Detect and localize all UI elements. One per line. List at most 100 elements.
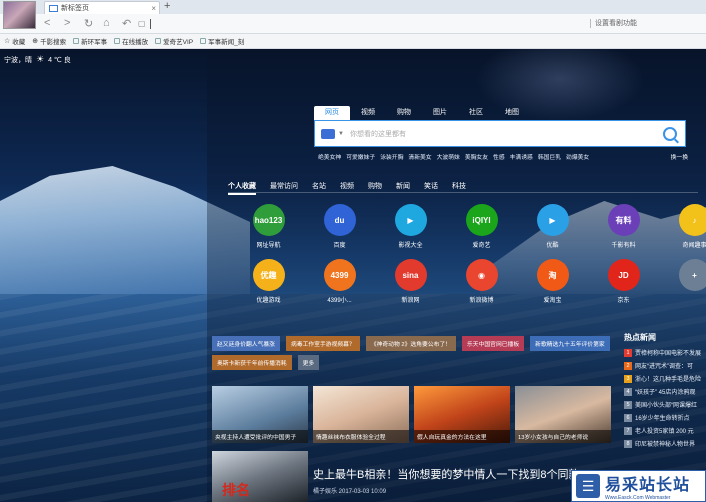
refresh-hot-words-button[interactable]: 换一换 bbox=[671, 152, 688, 161]
news-card[interactable]: 13岁小女孩与自己的老师说 bbox=[515, 386, 611, 443]
page-icon bbox=[114, 38, 121, 44]
hot-word[interactable]: 绝美女神 bbox=[318, 152, 341, 161]
refresh-button[interactable]: ↻ bbox=[84, 17, 93, 30]
weather-widget[interactable]: 宁波，晴 ☀ 4 ℃ 良 bbox=[4, 54, 71, 65]
headline-tag[interactable]: 奥斯卡新获千年前传播消耗 bbox=[212, 355, 292, 370]
search-tab-images[interactable]: 图片 bbox=[422, 106, 458, 120]
search-tab-community[interactable]: 社区 bbox=[458, 106, 494, 120]
hot-word[interactable]: 劲爆美女 bbox=[566, 152, 589, 161]
shortcut-icon: 淘 bbox=[536, 259, 569, 291]
back-button[interactable]: < bbox=[44, 17, 50, 29]
watermark-sub: Www.Easck.Com Webmaster bbox=[605, 495, 671, 501]
divider bbox=[228, 192, 698, 193]
hot-news-item[interactable]: 7 老人投资5家镇 200 元 bbox=[624, 424, 706, 437]
hot-news-item[interactable]: 6 16岁少年生命转折点 bbox=[624, 411, 706, 424]
headline-tag[interactable]: 乐天中国官网已播板 bbox=[461, 336, 525, 351]
search-icon: ⊕ bbox=[32, 38, 39, 45]
hot-word[interactable]: 泳装开胸 bbox=[380, 152, 403, 161]
forward-button[interactable]: > bbox=[64, 17, 70, 29]
shortcut-label: 优酷 bbox=[546, 243, 559, 249]
headline-tag[interactable]: 赵又廷身价翻人气暴涨 bbox=[212, 336, 280, 351]
news-card[interactable]: 央视主持人遭受批评的中国男子 bbox=[212, 386, 308, 443]
shortcut-item[interactable]: ▶ 优酷 bbox=[517, 204, 588, 249]
home-button[interactable]: ⌂ bbox=[103, 17, 110, 29]
shortcut-item[interactable]: 有料 千影有料 bbox=[588, 204, 659, 249]
news-card[interactable]: 假人自玩真金的方法在这里 bbox=[414, 386, 510, 443]
hot-word[interactable]: 性感 bbox=[493, 152, 505, 161]
rank-badge: 1 bbox=[624, 348, 632, 357]
chevron-down-icon[interactable]: ▼ bbox=[338, 131, 344, 137]
favorite-label: 新环军事 bbox=[81, 39, 108, 46]
shortcut-icon: 有料 bbox=[607, 204, 640, 236]
shortcut-label: 爱奇艺 bbox=[472, 243, 491, 249]
hot-news-item[interactable]: 3 浙心！这几种手毛是危险 bbox=[624, 372, 706, 385]
search-tab-video[interactable]: 视频 bbox=[350, 106, 386, 120]
tab-new-tab-page[interactable]: 新标签页 × bbox=[44, 1, 160, 14]
shortcut-item[interactable]: hao123 网址导航 bbox=[233, 204, 304, 249]
hot-word[interactable]: 清新美女 bbox=[408, 152, 431, 161]
search-tab-shopping[interactable]: 购物 bbox=[386, 106, 422, 120]
feature-image[interactable]: 排名 bbox=[212, 451, 308, 502]
shortcut-icon: + bbox=[678, 259, 706, 291]
shortcut-item[interactable]: ◉ 新浪微博 bbox=[446, 259, 517, 304]
hot-news-text: 印尼被禁神秘人物世界 bbox=[635, 442, 696, 448]
favorite-item-4[interactable]: 爱奇艺VIP bbox=[155, 36, 193, 46]
hot-news-text: 老人投资5家镇 200 元 bbox=[635, 429, 694, 435]
hot-news-item[interactable]: 1 贾樟柯称中国电影不发展 bbox=[624, 346, 706, 359]
hot-word[interactable]: 韩国巨乳 bbox=[538, 152, 561, 161]
favorite-item-0[interactable]: ☆ 收藏 bbox=[4, 36, 25, 46]
headline-tag[interactable]: 《神奇动物 2》选角要公布了！ bbox=[365, 336, 456, 351]
sun-icon: ☀ bbox=[36, 54, 45, 64]
hot-word[interactable]: 大波萌妹 bbox=[437, 152, 460, 161]
search-icon[interactable] bbox=[663, 126, 677, 141]
search-engine-icon[interactable] bbox=[321, 128, 335, 139]
hot-word[interactable]: 美胸女友 bbox=[465, 152, 488, 161]
user-avatar[interactable] bbox=[3, 1, 36, 29]
shortcut-item[interactable]: du 百度 bbox=[304, 204, 375, 249]
hot-news-item[interactable]: 5 美国小伙头部“网课爆红 bbox=[624, 398, 706, 411]
search-input[interactable]: 你想看的这里都有 bbox=[350, 129, 663, 139]
shortcut-icon: iQIYI bbox=[465, 204, 498, 236]
headline-tag[interactable]: 病毒工作室手游视频幕？ bbox=[285, 336, 360, 351]
hot-news-item[interactable]: 4 “妖孩子” 45店内涂鸦观 bbox=[624, 385, 706, 398]
headline-tag[interactable]: 新歌精选九十五年评价第家 bbox=[530, 336, 610, 351]
hot-news-item[interactable]: 2 网友“进咒术”调查：可 bbox=[624, 359, 706, 372]
favorite-item-5[interactable]: 军事新闻_刻 bbox=[200, 36, 244, 46]
search-tab-web[interactable]: 网页 bbox=[314, 106, 350, 120]
search-tab-map[interactable]: 地图 bbox=[494, 106, 530, 120]
shortcut-item[interactable]: 淘爱淘宝 bbox=[517, 259, 588, 304]
shortcut-item[interactable]: 4399 4399小... bbox=[304, 259, 375, 304]
undo-button[interactable]: ↶ bbox=[122, 17, 131, 30]
hot-news-item[interactable]: 8 印尼被禁神秘人物世界 bbox=[624, 437, 706, 450]
favorites-bar: ☆ 收藏 ⊕ 千影搜索 新环军事 在线播放 爱奇艺VIP 军事新闻_刻 bbox=[0, 34, 706, 49]
grid-icon bbox=[49, 4, 58, 12]
page-icon: ▢ bbox=[138, 19, 146, 28]
hot-word[interactable]: 可爱嫩妹子 bbox=[346, 152, 375, 161]
shortcut-item[interactable]: ▶ 影视大全 bbox=[375, 204, 446, 249]
favorite-item-3[interactable]: 在线播放 bbox=[114, 36, 148, 46]
favorite-item-1[interactable]: ⊕ 千影搜索 bbox=[32, 36, 66, 46]
shortcut-icon: 4399 bbox=[323, 259, 356, 291]
shortcut-item[interactable]: 优趣 优趣游戏 bbox=[233, 259, 304, 304]
feature-title[interactable]: 史上最牛B相亲！当你想要的梦中情人一下找到8个同款 bbox=[313, 466, 579, 482]
hot-news-list: 1 贾樟柯称中国电影不发展 2 网友“进咒术”调查：可 3 浙心！这几种手毛是危险 4 “妖孩… bbox=[624, 346, 706, 450]
news-card[interactable]: 情趣丝袜布衣服体验全过程 bbox=[313, 386, 409, 443]
favorite-item-2[interactable]: 新环军事 bbox=[73, 36, 107, 46]
watermark: ☰ 易采站长站 Www.Easck.Com Webmaster bbox=[571, 470, 706, 502]
feature-meta: 橘子娱乐 2017-03-03 10:09 bbox=[313, 489, 387, 495]
shortcut-label: 爱淘宝 bbox=[543, 298, 562, 304]
favorite-label: 在线播放 bbox=[122, 39, 149, 46]
close-tab-button[interactable]: × bbox=[151, 4, 159, 13]
promo-link[interactable]: 设置看剧功能 bbox=[590, 18, 637, 28]
shortcut-item[interactable]: + bbox=[659, 259, 706, 304]
hot-word[interactable]: 丰满诱惑 bbox=[510, 152, 533, 161]
shortcut-item[interactable]: sina 新浪网 bbox=[375, 259, 446, 304]
shortcut-label: 百度 bbox=[333, 243, 346, 249]
shortcut-item[interactable]: JD 京东 bbox=[588, 259, 659, 304]
address-bar[interactable] bbox=[146, 17, 566, 31]
weather-city: 宁波，晴 bbox=[4, 56, 32, 64]
more-tags-button[interactable]: 更多 bbox=[297, 355, 320, 370]
new-tab-button[interactable]: + bbox=[164, 0, 170, 12]
shortcut-item[interactable]: ♪ 奇闻趣事 bbox=[659, 204, 706, 249]
shortcut-item[interactable]: iQIYI 爱奇艺 bbox=[446, 204, 517, 249]
